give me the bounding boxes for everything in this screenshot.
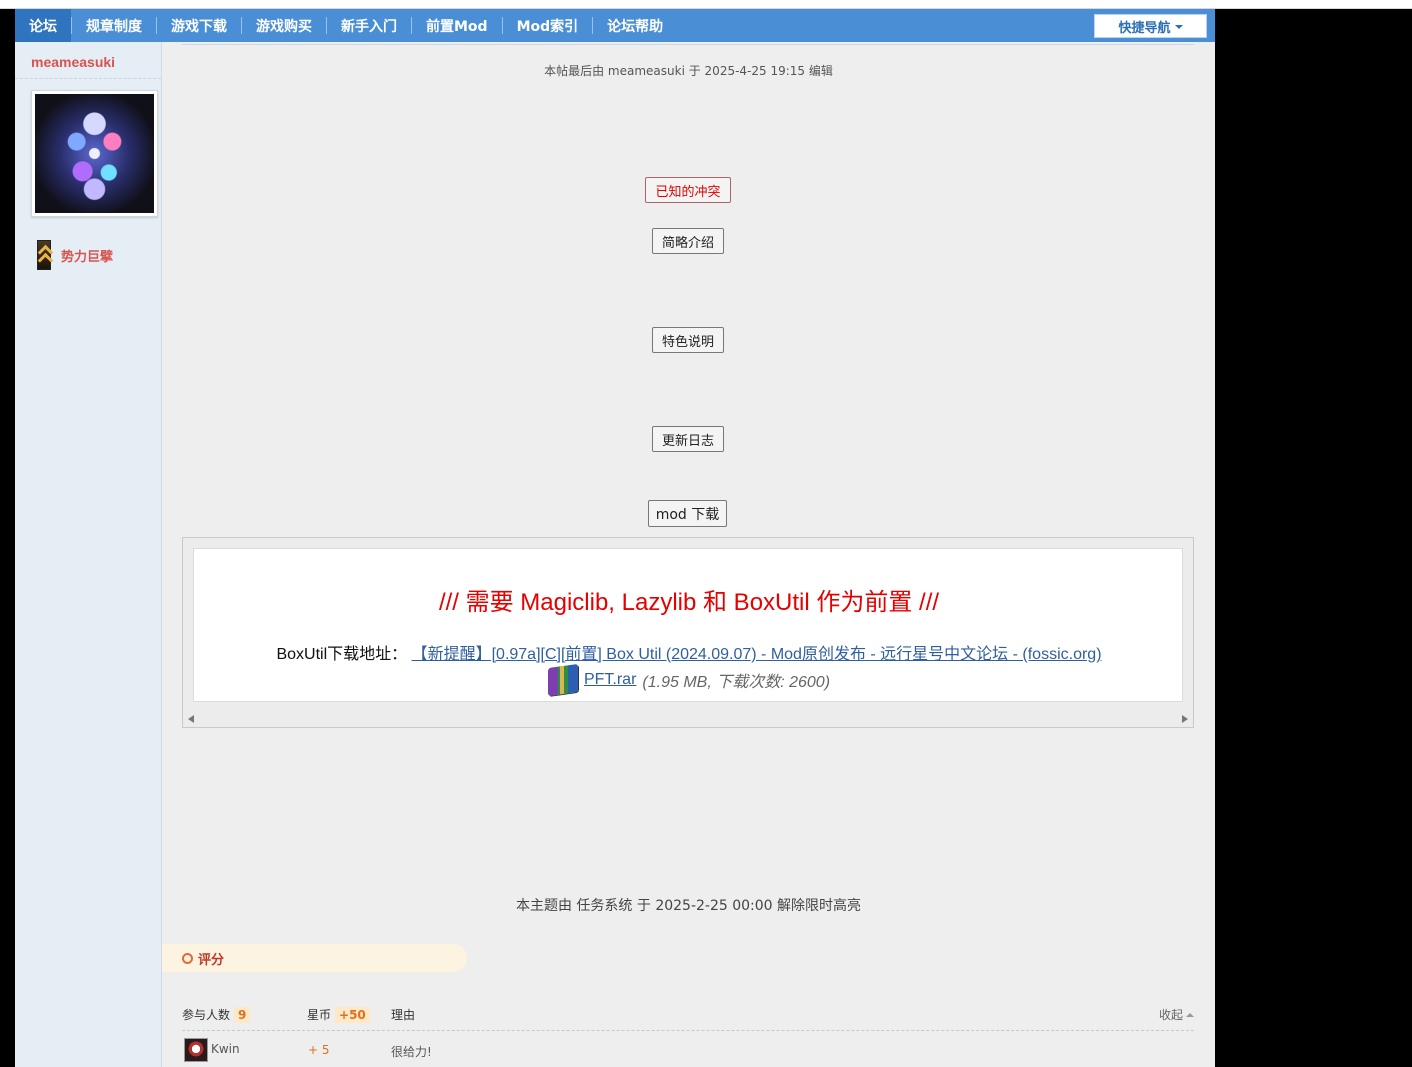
nav-item-forum-help[interactable]: 论坛帮助 [593,9,677,42]
nav-item-label: Mod索引 [516,18,579,35]
coins-total: +50 [335,1006,370,1023]
collapse-label: 收起 [1158,1008,1183,1022]
nav-item-label: 游戏购买 [256,18,312,35]
features-button[interactable]: 特色说明 [652,327,724,353]
horizontal-scrollbar[interactable] [183,710,1193,727]
nav-item-game-download[interactable]: 游戏下载 [157,9,241,42]
requirement-text: /// 需要 Magiclib, Lazylib 和 BoxUtil 作为前置 … [438,589,940,616]
attachment-link[interactable]: PFT.rar [584,671,636,689]
chevron-up-icon [1186,1012,1194,1017]
rater-avatar[interactable] [184,1038,208,1062]
nav-item-label: 规章制度 [86,18,142,35]
scroll-left-icon[interactable] [188,715,194,723]
author-panel: meameasuki 势力巨擘 [15,42,162,1067]
nav-item-mod-index[interactable]: Mod索引 [503,9,593,42]
quick-nav-button[interactable]: 快捷导航 [1094,14,1207,38]
reason-header: 理由 [391,1006,415,1023]
divider [182,44,1194,45]
scroll-right-icon[interactable] [1182,715,1188,723]
rating-row: Kwin + 5 很给力! [182,1035,1194,1063]
intro-button[interactable]: 简略介绍 [652,228,724,254]
nav-item-rules[interactable]: 规章制度 [72,9,156,42]
right-margin [1215,9,1412,1067]
edit-note: 本帖最后由 meameasuki 于 2025-4-25 19:15 编辑 [544,64,833,78]
chevron-down-icon [1174,25,1183,29]
rating-amount: + 5 [308,1043,330,1057]
rating-header: 参与人数 9 星币 +50 理由 收起 [182,1002,1194,1031]
quick-nav-label: 快捷导航 [1118,20,1171,36]
nav-item-label: 新手入门 [341,18,397,35]
browser-top-strip [0,0,1412,9]
boxutil-label: BoxUtil下载地址： [276,646,408,663]
nav-item-label: 游戏下载 [171,18,227,35]
attachment: PFT.rar (1.95 MB, 下载次数: 2600) [194,663,1184,697]
download-panel: /// 需要 Magiclib, Lazylib 和 BoxUtil 作为前置 … [182,537,1194,728]
collapse-button[interactable]: 收起 [1159,1006,1194,1023]
main-nav-bar: 论坛 规章制度 游戏下载 游戏购买 新手入门 前置Mod Mod索引 论坛帮助 … [15,9,1215,42]
nav-item-beginner[interactable]: 新手入门 [327,9,411,42]
changelog-button[interactable]: 更新日志 [652,426,724,452]
rank-chevron-icon [37,240,51,270]
nav-item-label: 论坛帮助 [607,18,664,35]
avatar[interactable] [31,90,158,217]
coins: 星币 +50 [307,1006,370,1023]
participants-label: 参与人数 [182,1008,231,1022]
circle-icon [182,952,193,964]
rating-reason: 很给力! [391,1045,432,1059]
author-name[interactable]: meameasuki [31,54,115,70]
participants-count: 9 [234,1006,251,1023]
attachment-meta: (1.95 MB, 下载次数: 2600) [642,674,831,691]
nav-item-forum[interactable]: 论坛 [15,9,71,42]
rank: 势力巨擘 [37,240,113,270]
nav-item-label: 前置Mod [426,18,488,35]
boxutil-download-line: BoxUtil下载地址： 【新提醒】[0.97a][C][前置] Box Uti… [194,640,1184,664]
divider [15,78,161,79]
mod-download-button[interactable]: mod 下载 [648,500,727,527]
coins-label: 星币 [307,1008,332,1022]
nav-item-label: 论坛 [29,18,57,35]
left-margin [0,9,15,1067]
highlight-note: 本主题由 任务系统 于 2025-2-25 00:00 解除限时高亮 [515,898,862,914]
participants: 参与人数 9 [182,1006,251,1023]
post-content: 本帖最后由 meameasuki 于 2025-4-25 19:15 编辑 已知… [162,42,1215,1067]
boxutil-link[interactable]: 【新提醒】[0.97a][C][前置] Box Util (2024.09.07… [412,646,1102,663]
reason-label: 理由 [391,1008,416,1022]
rater-name[interactable]: Kwin [211,1042,240,1056]
rating-tab[interactable]: 评分 [162,944,467,972]
rank-label[interactable]: 势力巨擘 [61,246,113,265]
rating-tab-label: 评分 [198,952,225,968]
nav-item-game-purchase[interactable]: 游戏购买 [242,9,326,42]
conflicts-button[interactable]: 已知的冲突 [645,177,731,203]
download-content: /// 需要 Magiclib, Lazylib 和 BoxUtil 作为前置 … [193,548,1183,702]
nav-item-prereq-mod[interactable]: 前置Mod [412,9,502,42]
avatar-image [35,94,154,213]
rar-archive-icon [547,663,578,697]
